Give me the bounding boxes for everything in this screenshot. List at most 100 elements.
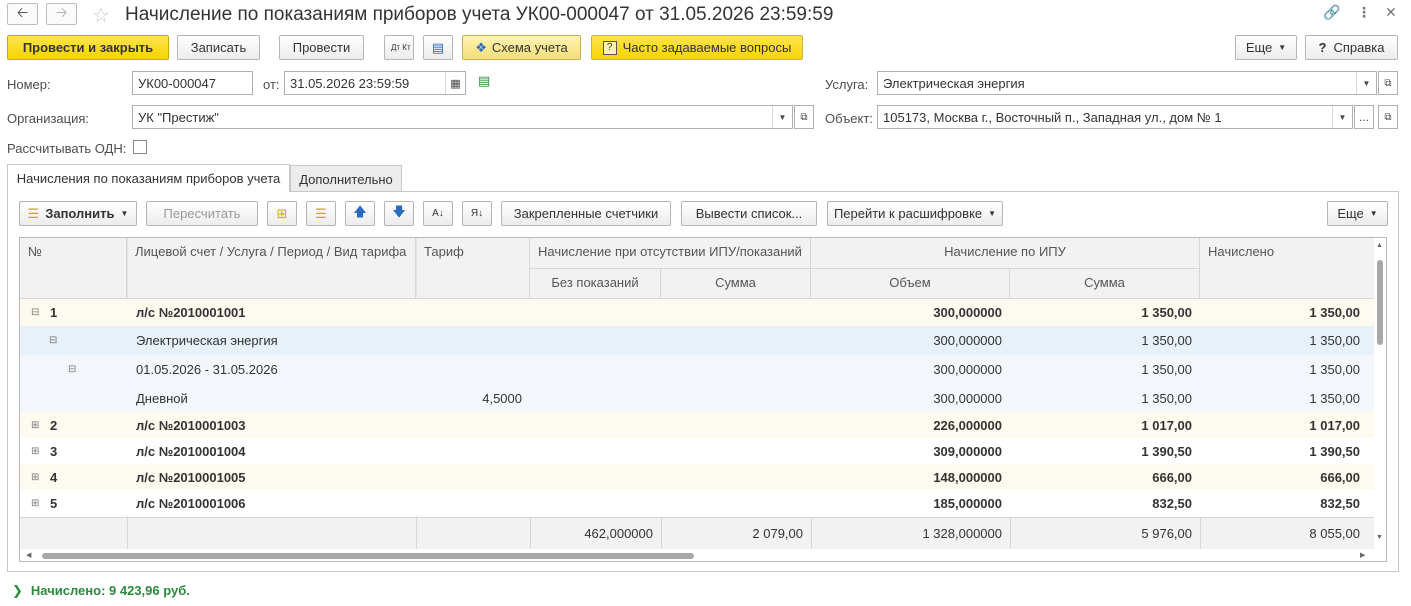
- sort-desc-button[interactable]: Я↓: [462, 201, 492, 226]
- row-volume: 300,000000: [933, 333, 1002, 348]
- table-footer: 462,000000 2 079,00 1 328,000000 5 976,0…: [20, 517, 1376, 549]
- open-service-button[interactable]: ⧉: [1378, 71, 1398, 95]
- expand-icon[interactable]: ⊞: [31, 420, 39, 431]
- table-row[interactable]: ⊞ 4 л/с №2010001005 148,000000 666,00 66…: [20, 464, 1376, 490]
- chevron-down-icon: ▼: [120, 209, 129, 218]
- copy-row-button[interactable]: ☰: [306, 201, 336, 226]
- number-field[interactable]: УК00-000047: [132, 71, 253, 95]
- row-account: л/с №2010001003: [136, 417, 246, 433]
- row-charged: 1 350,00: [1309, 305, 1360, 320]
- expand-icon[interactable]: ⊞: [31, 472, 39, 483]
- structure-button[interactable]: ▤: [423, 35, 453, 60]
- scheme-button[interactable]: ❖ Схема учета: [462, 35, 581, 60]
- row-volume: 300,000000: [933, 362, 1002, 377]
- odn-checkbox[interactable]: [133, 140, 147, 154]
- organization-field[interactable]: УК "Престиж" ▼: [132, 105, 793, 129]
- horizontal-scroll-thumb[interactable]: [42, 553, 694, 559]
- history-icon[interactable]: ▤: [478, 73, 490, 89]
- row-charged: 1 350,00: [1309, 362, 1360, 377]
- help-button[interactable]: ? Справка: [1305, 35, 1398, 60]
- fill-button[interactable]: ☰ Заполнить ▼: [19, 201, 137, 226]
- output-list-button[interactable]: Вывести список...: [681, 201, 817, 226]
- link-icon[interactable]: 🔗: [1323, 4, 1340, 21]
- odn-label: Рассчитывать ОДН:: [7, 141, 127, 156]
- post-button[interactable]: Провести: [279, 35, 364, 60]
- col-header-ipu-volume[interactable]: Объем: [811, 269, 1010, 299]
- dt-kt-button[interactable]: Дт Кт: [384, 35, 414, 60]
- chevron-down-icon[interactable]: ▼: [772, 106, 792, 128]
- row-volume: 300,000000: [933, 390, 1002, 406]
- col-header-num[interactable]: №: [20, 238, 127, 299]
- copy-icon: ☰: [315, 205, 327, 221]
- row-charged: 832,50: [1320, 495, 1360, 511]
- table-more-button[interactable]: Еще ▼: [1327, 201, 1388, 226]
- tab-additional[interactable]: Дополнительно: [290, 165, 402, 192]
- chevron-down-icon: ▼: [1369, 209, 1378, 218]
- table-row[interactable]: Дневной 4,5000 300,000000 1 350,00 1 350…: [20, 384, 1376, 412]
- pinned-meters-button[interactable]: Закрепленные счетчики: [501, 201, 671, 226]
- scroll-down-icon[interactable]: ▼: [1376, 534, 1383, 541]
- col-header-charged[interactable]: Начислено: [1200, 238, 1376, 299]
- calendar-icon[interactable]: ▦: [445, 72, 465, 94]
- row-period: 01.05.2026 - 31.05.2026: [136, 362, 278, 377]
- vertical-scrollbar[interactable]: ▲ ▼: [1374, 238, 1386, 549]
- move-down-button[interactable]: 🡇: [384, 201, 414, 226]
- select-object-button[interactable]: ...: [1354, 105, 1374, 129]
- service-field[interactable]: Электрическая энергия ▼: [877, 71, 1377, 95]
- chevron-down-icon[interactable]: ▼: [1332, 106, 1352, 128]
- tab-meter-charges[interactable]: Начисления по показаниям приборов учета: [7, 164, 290, 192]
- table-row[interactable]: ⊟ 1 л/с №2010001001 300,000000 1 350,00 …: [20, 299, 1376, 326]
- add-row-button[interactable]: ⊞: [267, 201, 297, 226]
- scroll-right-icon[interactable]: ▶: [1360, 551, 1365, 559]
- scroll-left-icon[interactable]: ◀: [26, 551, 31, 559]
- row-num: 4: [50, 469, 58, 485]
- row-sum: 1 017,00: [1141, 417, 1192, 433]
- goto-details-button[interactable]: Перейти к расшифровке ▼: [827, 201, 1003, 226]
- more-button[interactable]: Еще ▼: [1235, 35, 1297, 60]
- recalculate-button[interactable]: Пересчитать: [146, 201, 258, 226]
- charges-table[interactable]: № Лицевой счет / Услуга / Период / Вид т…: [19, 237, 1387, 562]
- star-icon[interactable]: ☆: [92, 3, 110, 28]
- scroll-up-icon[interactable]: ▲: [1376, 242, 1383, 249]
- close-icon[interactable]: ✕: [1385, 4, 1397, 21]
- row-volume: 226,000000: [933, 417, 1002, 433]
- total-no-ipu-sum: 2 079,00: [752, 526, 803, 541]
- chevron-down-icon[interactable]: ▼: [1356, 72, 1376, 94]
- forward-button[interactable]: 🡢: [46, 3, 77, 25]
- scheme-label: Схема учета: [491, 40, 568, 55]
- post-and-close-button[interactable]: Провести и закрыть: [7, 35, 169, 60]
- collapse-icon[interactable]: ⊟: [31, 307, 39, 318]
- row-account: л/с №2010001001: [136, 305, 246, 320]
- faq-button[interactable]: ? Часто задаваемые вопросы: [591, 35, 803, 60]
- table-row[interactable]: ⊞ 2 л/с №2010001003 226,000000 1 017,00 …: [20, 412, 1376, 438]
- col-header-tariff[interactable]: Тариф: [416, 238, 530, 299]
- save-button[interactable]: Записать: [177, 35, 260, 60]
- expand-icon[interactable]: ⊞: [31, 446, 39, 457]
- table-row[interactable]: ⊞ 3 л/с №2010001004 309,000000 1 390,50 …: [20, 438, 1376, 464]
- table-row[interactable]: ⊞ 5 л/с №2010001006 185,000000 832,50 83…: [20, 490, 1376, 516]
- collapse-icon[interactable]: ⊟: [68, 364, 76, 375]
- table-row[interactable]: ⊟ 01.05.2026 - 31.05.2026 300,000000 1 3…: [20, 355, 1376, 384]
- row-service: Электрическая энергия: [136, 333, 278, 348]
- sort-asc-button[interactable]: А↓: [423, 201, 453, 226]
- vertical-scroll-thumb[interactable]: [1377, 260, 1383, 345]
- row-sum: 1 350,00: [1141, 305, 1192, 320]
- object-field[interactable]: 105173, Москва г., Восточный п., Западна…: [877, 105, 1353, 129]
- charged-summary[interactable]: ❯ Начислено: 9 423,96 руб.: [12, 583, 190, 599]
- more-vertical-icon[interactable]: ⋮: [1357, 4, 1371, 21]
- table-row[interactable]: ⊟ Электрическая энергия 300,000000 1 350…: [20, 326, 1376, 355]
- col-header-no-ipu-sum[interactable]: Сумма: [661, 269, 811, 299]
- date-field[interactable]: 31.05.2026 23:59:59 ▦: [284, 71, 466, 95]
- move-up-button[interactable]: 🡅: [345, 201, 375, 226]
- row-tariff-type: Дневной: [136, 390, 188, 406]
- col-header-ipu-sum[interactable]: Сумма: [1010, 269, 1200, 299]
- open-organization-button[interactable]: ⧉: [794, 105, 814, 129]
- open-object-button[interactable]: ⧉: [1378, 105, 1398, 129]
- col-header-account[interactable]: Лицевой счет / Услуга / Период / Вид тар…: [127, 238, 416, 299]
- col-header-no-readings[interactable]: Без показаний: [530, 269, 661, 299]
- expand-icon[interactable]: ⊞: [31, 498, 39, 509]
- horizontal-scrollbar[interactable]: ◀ ▶: [20, 549, 1386, 561]
- back-button[interactable]: 🡠: [7, 3, 38, 25]
- collapse-icon[interactable]: ⊟: [49, 335, 57, 346]
- row-charged: 1 350,00: [1309, 333, 1360, 348]
